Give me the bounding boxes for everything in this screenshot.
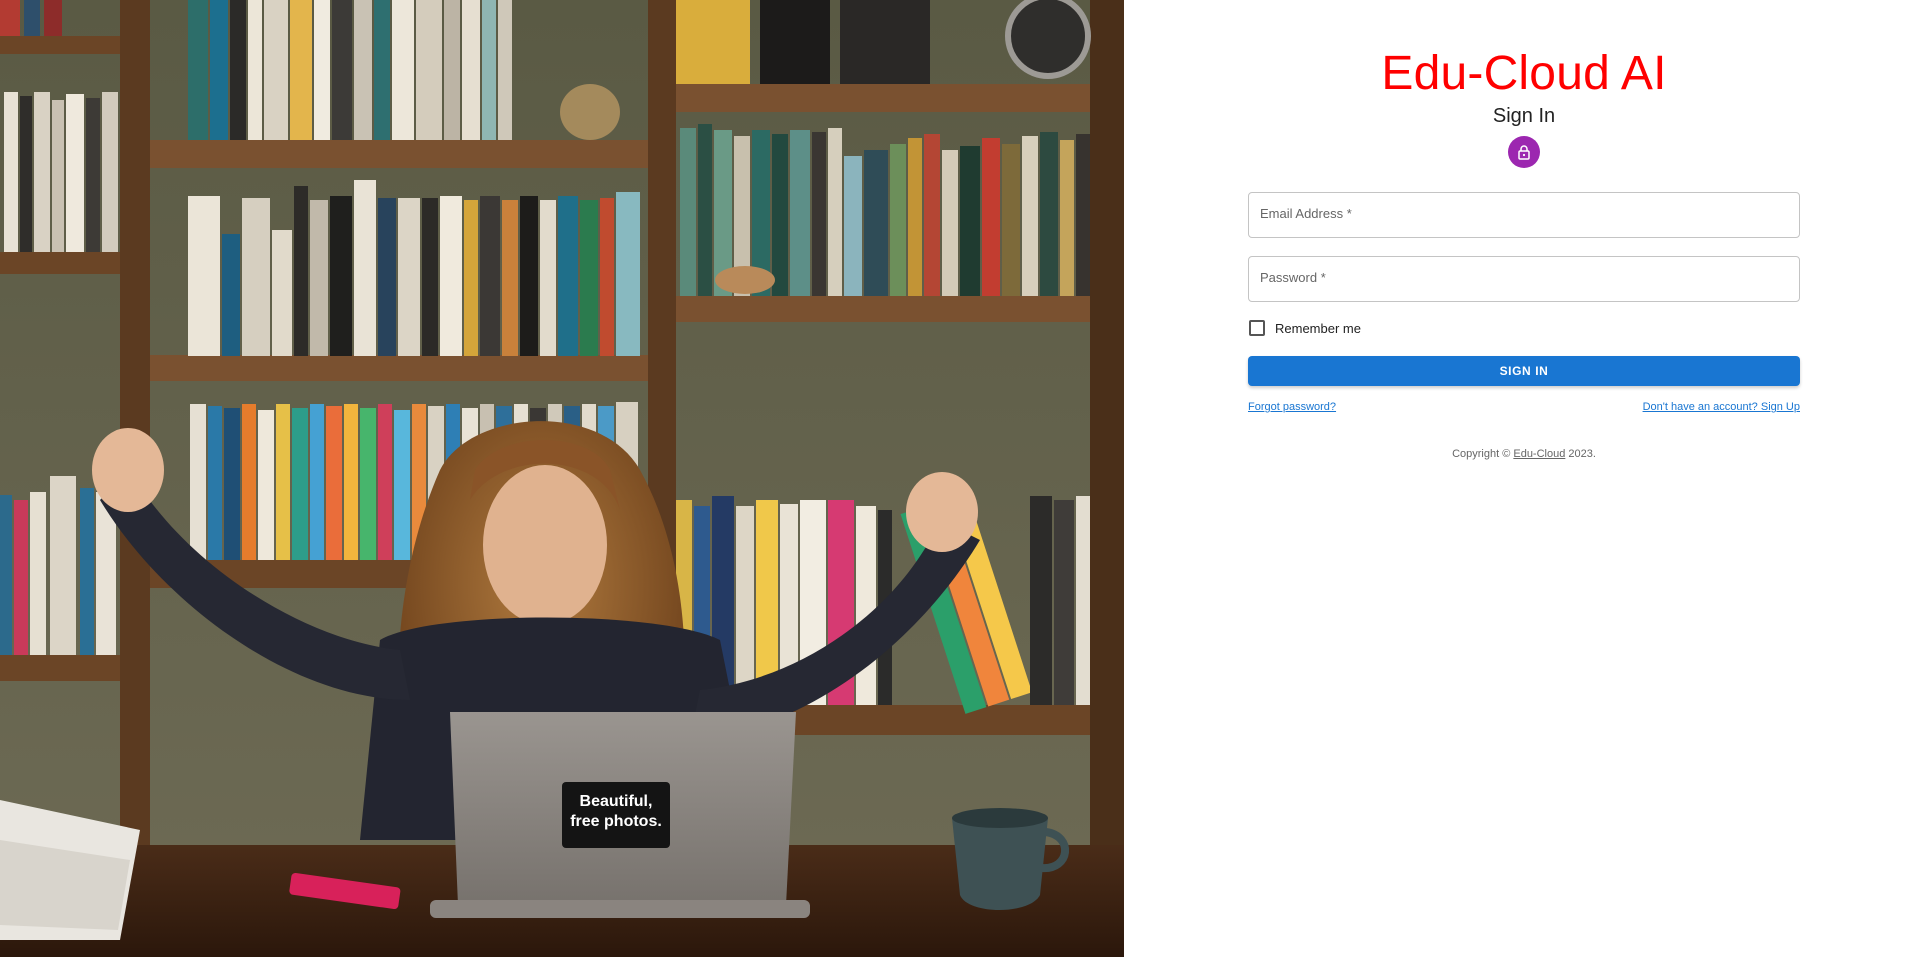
page-title: Sign In: [1492, 105, 1556, 127]
remember-checkbox[interactable]: [1249, 320, 1265, 336]
password-input[interactable]: [1249, 257, 1799, 301]
signup-link[interactable]: Don't have an account? Sign Up: [1643, 401, 1800, 413]
forgot-password-link[interactable]: Forgot password?: [1248, 401, 1336, 413]
hero-image: Beautiful, free photos.: [0, 0, 1124, 957]
hero-badge-line1: Beautiful,: [580, 793, 653, 810]
remember-row[interactable]: Remember me: [1248, 318, 1800, 338]
login-page: Beautiful, free photos. Edu-Cloud AI Sig…: [0, 0, 1920, 957]
remember-label[interactable]: Remember me: [1275, 321, 1361, 336]
email-field[interactable]: Email Address *: [1248, 192, 1800, 238]
signin-form: Edu-Cloud AI Sign In Email Address * Pas…: [1248, 0, 1800, 460]
password-field[interactable]: Password *: [1248, 256, 1800, 302]
copyright: Copyright © Edu-Cloud 2023.: [1248, 448, 1800, 460]
lock-avatar: [1508, 136, 1540, 168]
email-input[interactable]: [1249, 193, 1799, 237]
copyright-prefix: Copyright ©: [1452, 448, 1514, 460]
signin-panel: Edu-Cloud AI Sign In Email Address * Pas…: [1124, 0, 1920, 957]
auth-links: Forgot password? Don't have an account? …: [1248, 401, 1800, 413]
brand-title: Edu-Cloud AI: [1381, 47, 1667, 100]
lock-icon: [1518, 145, 1530, 160]
copyright-suffix: 2023.: [1565, 448, 1596, 460]
copyright-link[interactable]: Edu-Cloud: [1513, 448, 1565, 460]
hero-badge-line2: free photos.: [570, 813, 662, 830]
signin-button[interactable]: SIGN IN: [1248, 356, 1800, 386]
